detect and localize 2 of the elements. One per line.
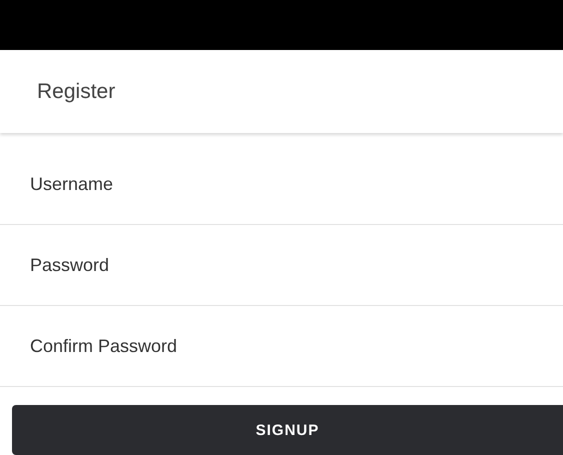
- signup-button[interactable]: SIGNUP: [12, 405, 563, 455]
- page-title: Register: [37, 80, 116, 104]
